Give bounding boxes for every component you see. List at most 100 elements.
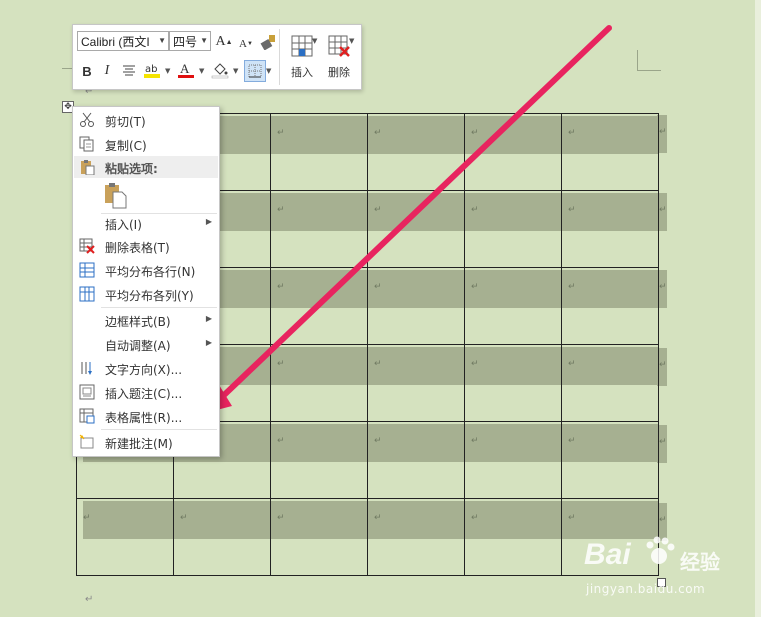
menu-item-new-comment[interactable]: 新建批注(M) (73, 431, 219, 453)
menu-label: 表格属性(R)... (105, 411, 183, 425)
table-properties-icon (79, 408, 95, 424)
font-size-combo[interactable]: 四号 ▼ (169, 31, 211, 51)
watermark-brand: Bai (584, 538, 631, 571)
end-of-cell-mark: ↵ (277, 128, 285, 138)
menu-item-insert[interactable]: 插入(I) ▶ (73, 212, 219, 234)
shrink-font-button[interactable]: A ▼ (237, 35, 255, 53)
end-of-cell-mark: ↵ (568, 436, 576, 446)
end-of-cell-mark: ↵ (568, 359, 576, 369)
crop-mark-right-h (637, 70, 661, 71)
table-cell[interactable]: ↵ (367, 344, 465, 422)
cell-shading (271, 193, 367, 231)
table-cell[interactable]: ↵ (561, 267, 659, 345)
table-cell[interactable]: ↵ (561, 190, 659, 268)
table-cell[interactable]: ↵ (561, 113, 659, 191)
table-cell[interactable]: ↵ (173, 498, 271, 576)
highlight-button[interactable]: ab (143, 61, 161, 79)
cell-shading (562, 193, 658, 231)
table-cell[interactable]: ↵ (367, 267, 465, 345)
table-cell[interactable]: ↵ (561, 421, 659, 499)
table-cell[interactable]: ↵ (367, 113, 465, 191)
cell-shading (271, 501, 367, 539)
grow-font-button[interactable]: A ▲ (215, 33, 233, 51)
end-of-cell-mark: ↵ (277, 436, 285, 446)
watermark-brand-tail: 经验 (680, 550, 720, 574)
center-align-button[interactable] (120, 62, 138, 80)
caption-icon (79, 384, 95, 400)
paste-keep-format-icon (105, 183, 127, 209)
table-cell[interactable]: ↵ (270, 267, 368, 345)
cell-shading (368, 501, 464, 539)
shading-dropdown[interactable]: ▼ (233, 67, 238, 75)
table-cell[interactable]: ↵ (270, 344, 368, 422)
menu-item-delete-table[interactable]: 删除表格(T) (73, 235, 219, 257)
end-of-row-mark: ↵ (659, 204, 667, 215)
end-of-cell-mark: ↵ (568, 282, 576, 292)
copy-icon (79, 136, 94, 152)
cell-shading (562, 270, 658, 308)
menu-item-border-styles[interactable]: 边框样式(B) ▶ (73, 309, 219, 331)
table-cell[interactable]: ↵ (464, 113, 562, 191)
new-comment-icon (79, 434, 94, 449)
table-cell[interactable]: ↵ (270, 421, 368, 499)
end-of-cell-mark: ↵ (374, 205, 382, 215)
menu-item-cut[interactable]: 剪切(T) (73, 109, 219, 131)
table-cell[interactable]: ↵ (464, 344, 562, 422)
menu-label: 插入题注(C)... (105, 387, 183, 401)
menu-label: 删除表格(T) (105, 241, 170, 255)
borders-button[interactable] (244, 60, 266, 82)
menu-item-insert-caption[interactable]: 插入题注(C)... (73, 381, 219, 403)
format-painter-button[interactable] (259, 33, 277, 51)
end-of-cell-mark: ↵ (180, 513, 188, 523)
cell-shading (368, 270, 464, 308)
font-color-button[interactable]: A (177, 61, 195, 79)
end-of-cell-mark: ↵ (374, 359, 382, 369)
menu-item-autofit[interactable]: 自动调整(A) ▶ (73, 333, 219, 355)
table-cell[interactable]: ↵ (76, 498, 174, 576)
cell-shading (465, 501, 561, 539)
menu-item-table-properties[interactable]: 表格属性(R)... (73, 405, 219, 427)
shading-button[interactable] (211, 61, 229, 79)
end-of-cell-mark: ↵ (277, 205, 285, 215)
delete-dropdown[interactable]: ▼ (349, 37, 354, 45)
insert-dropdown[interactable]: ▼ (312, 37, 317, 45)
menu-separator (101, 429, 217, 430)
end-of-cell-mark: ↵ (568, 513, 576, 523)
submenu-arrow-icon: ▶ (205, 314, 212, 323)
end-of-cell-mark: ↵ (471, 282, 479, 292)
align-center-icon (123, 65, 135, 76)
cell-shading (368, 347, 464, 385)
table-cell[interactable]: ↵ (367, 421, 465, 499)
table-cell[interactable]: ↵ (270, 113, 368, 191)
table-cell[interactable]: ↵ (464, 421, 562, 499)
paste-keep-source-button[interactable] (101, 182, 129, 210)
end-of-cell-mark: ↵ (374, 282, 382, 292)
end-of-cell-mark: ↵ (277, 359, 285, 369)
table-cell[interactable]: ↵ (367, 190, 465, 268)
delete-table-icon (328, 35, 350, 57)
table-cell[interactable]: ↵ (561, 344, 659, 422)
table-cell[interactable]: ↵ (464, 267, 562, 345)
end-of-cell-mark: ↵ (374, 513, 382, 523)
baidu-jingyan-watermark: Bai 经验 jingyan.baidu.com (580, 532, 750, 602)
end-of-cell-mark: ↵ (374, 128, 382, 138)
paw-icon (646, 536, 675, 564)
menu-label: 平均分布各行(N) (105, 265, 196, 279)
borders-dropdown[interactable]: ▼ (266, 67, 271, 75)
table-cell[interactable]: ↵ (464, 190, 562, 268)
bold-button[interactable]: B (78, 62, 96, 80)
highlight-dropdown[interactable]: ▼ (165, 67, 170, 75)
italic-button[interactable]: I (98, 62, 116, 80)
font-color-dropdown[interactable]: ▼ (199, 67, 204, 75)
cell-shading (271, 347, 367, 385)
menu-item-distribute-columns[interactable]: 平均分布各列(Y) (73, 283, 219, 305)
end-of-cell-mark: ↵ (471, 513, 479, 523)
font-name-combo[interactable]: Calibri (西文I ▼ (77, 31, 169, 51)
menu-item-distribute-rows[interactable]: 平均分布各行(N) (73, 259, 219, 281)
table-cell[interactable]: ↵ (270, 190, 368, 268)
table-cell[interactable]: ↵ (464, 498, 562, 576)
table-cell[interactable]: ↵ (270, 498, 368, 576)
menu-item-copy[interactable]: 复制(C) (73, 133, 219, 155)
menu-item-text-direction[interactable]: 文字方向(X)... (73, 357, 219, 379)
table-cell[interactable]: ↵ (367, 498, 465, 576)
